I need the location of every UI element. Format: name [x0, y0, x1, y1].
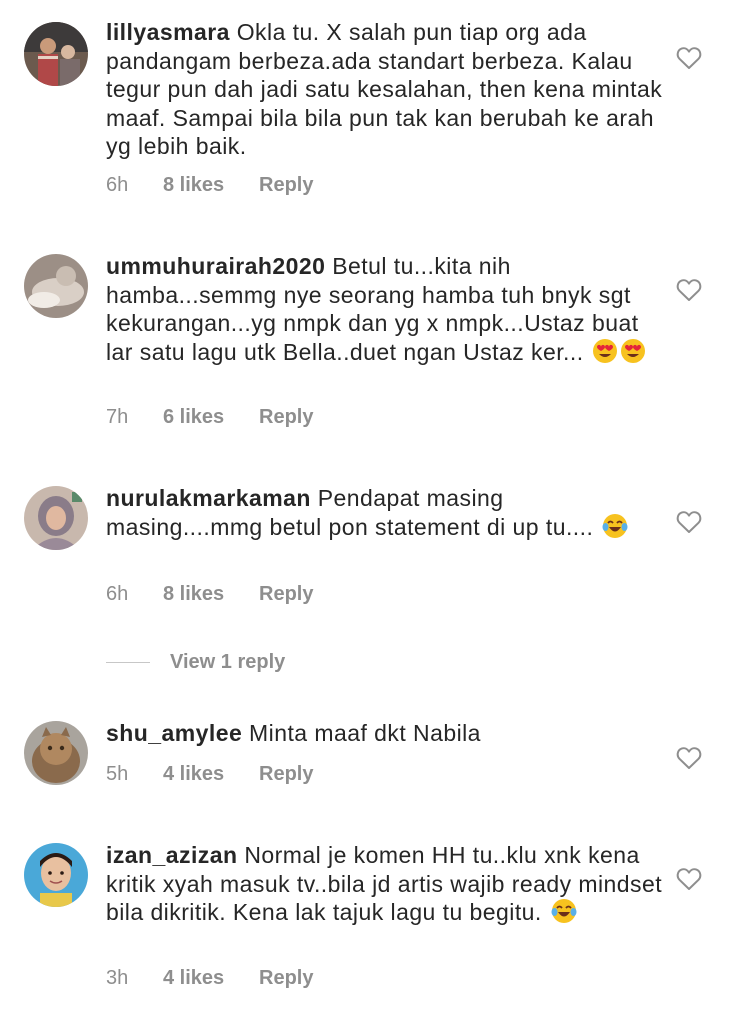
comment-username[interactable]: ummuhurairah2020: [106, 253, 325, 279]
comment-text: nurulakmarkaman Pendapat masing masing..…: [106, 484, 666, 541]
comment-time: 6h: [106, 583, 129, 605]
avatar[interactable]: [24, 486, 88, 550]
avatar[interactable]: [24, 254, 88, 318]
comment-text: lillyasmara Okla tu. X salah pun tiap or…: [106, 18, 666, 161]
reply-button[interactable]: Reply: [259, 174, 313, 197]
avatar[interactable]: [24, 22, 88, 86]
reply-button[interactable]: Reply: [259, 406, 313, 429]
heart-outline-icon[interactable]: [676, 867, 702, 891]
comment-likes[interactable]: 6 likes: [163, 406, 259, 429]
comment-text: ummuhurairah2020 Betul tu...kita nih ham…: [106, 252, 666, 366]
reply-button[interactable]: Reply: [259, 763, 313, 786]
comment-time: 3h: [106, 967, 129, 989]
reply-button[interactable]: Reply: [259, 583, 313, 606]
comment-time: 6h: [106, 174, 129, 196]
comment-meta: 7h 6 likes Reply: [106, 406, 313, 429]
heart-outline-icon[interactable]: [676, 278, 702, 302]
comment-meta: 5h 4 likes Reply: [106, 763, 313, 786]
reply-button[interactable]: Reply: [259, 967, 313, 990]
comment-text: izan_azizan Normal je komen HH tu..klu x…: [106, 841, 666, 927]
comment-username[interactable]: shu_amylee: [106, 720, 242, 746]
comment-username[interactable]: lillyasmara: [106, 19, 230, 45]
comment-likes[interactable]: 8 likes: [163, 174, 259, 197]
comment-likes[interactable]: 8 likes: [163, 583, 259, 606]
view-replies-label: View 1 reply: [170, 651, 286, 673]
heart-outline-icon[interactable]: [676, 510, 702, 534]
tears-of-joy-emoji: [551, 898, 577, 924]
avatar[interactable]: [24, 843, 88, 907]
comment-meta: 6h 8 likes Reply: [106, 583, 313, 606]
view-replies-button[interactable]: View 1 reply: [106, 651, 285, 674]
comment-username[interactable]: nurulakmarkaman: [106, 485, 311, 511]
comment-body: Minta maaf dkt Nabila: [249, 720, 481, 746]
comment-likes[interactable]: 4 likes: [163, 967, 259, 990]
avatar[interactable]: [24, 721, 88, 785]
comment-likes[interactable]: 4 likes: [163, 763, 259, 786]
heart-outline-icon[interactable]: [676, 746, 702, 770]
comment-time: 5h: [106, 763, 129, 785]
comment-meta: 3h 4 likes Reply: [106, 967, 313, 990]
comment-text: shu_amylee Minta maaf dkt Nabila: [106, 719, 666, 748]
tears-of-joy-emoji: [602, 513, 628, 539]
comment-meta: 6h 8 likes Reply: [106, 174, 313, 197]
heart-outline-icon[interactable]: [676, 46, 702, 70]
comment-username[interactable]: izan_azizan: [106, 842, 238, 868]
heart-eyes-emoji: [592, 338, 618, 364]
comment-time: 7h: [106, 406, 129, 428]
heart-eyes-emoji: [620, 338, 646, 364]
divider: [106, 662, 150, 663]
